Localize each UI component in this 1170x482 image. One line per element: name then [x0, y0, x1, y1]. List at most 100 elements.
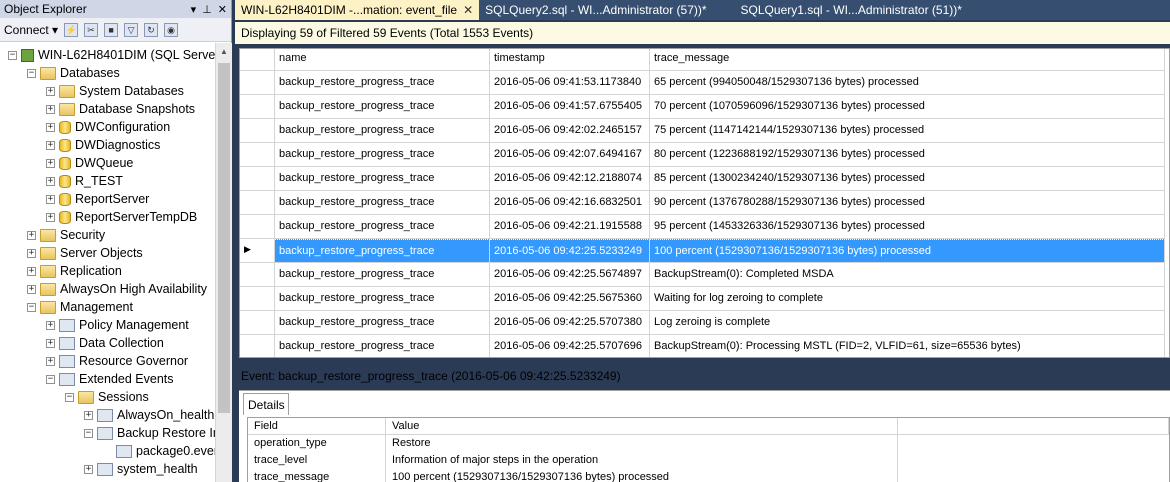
column-header[interactable]: timestamp: [490, 49, 650, 71]
tree-node[interactable]: package0.even: [103, 442, 215, 460]
details-column-header[interactable]: Value: [386, 418, 898, 435]
details-row[interactable]: operation_type Restore: [248, 435, 1169, 452]
resource-governor-icon: [59, 354, 75, 368]
connect-button[interactable]: Connect ▾: [4, 23, 58, 37]
collapse-icon[interactable]: −: [27, 68, 36, 78]
expand-icon[interactable]: +: [27, 284, 36, 294]
tree-node[interactable]: − WIN-L62H8401DIM (SQL Server: [8, 46, 215, 64]
row-selector[interactable]: [240, 119, 275, 143]
scrollbar-thumb[interactable]: [218, 63, 230, 413]
pin-icon[interactable]: ⊥: [202, 3, 212, 16]
tree-node[interactable]: + ReportServer: [46, 190, 149, 208]
row-selector[interactable]: [240, 95, 275, 119]
row-selector[interactable]: [240, 71, 275, 95]
filter-icon[interactable]: ▽: [124, 22, 139, 37]
expand-icon[interactable]: +: [46, 86, 55, 96]
expand-icon[interactable]: +: [27, 266, 36, 276]
dropdown-icon[interactable]: ▾: [191, 3, 197, 16]
row-selector[interactable]: [240, 287, 275, 311]
close-icon[interactable]: ✕: [218, 3, 227, 16]
document-tab[interactable]: SQLQuery1.sql - WI...Administrator (51))…: [735, 0, 968, 20]
tree-node[interactable]: + DWQueue: [46, 154, 133, 172]
expand-icon[interactable]: +: [46, 140, 55, 150]
tree-node[interactable]: + Policy Management: [46, 316, 189, 334]
row-selector[interactable]: [240, 143, 275, 167]
tree-node[interactable]: + Resource Governor: [46, 352, 188, 370]
collapse-icon[interactable]: −: [65, 392, 74, 402]
expand-icon[interactable]: +: [46, 338, 55, 348]
table-row[interactable]: backup_restore_progress_trace 2016-05-06 …: [240, 119, 1165, 143]
expand-icon[interactable]: +: [46, 122, 55, 132]
row-selector[interactable]: [240, 167, 275, 191]
collapse-icon[interactable]: −: [8, 50, 17, 60]
details-column-header[interactable]: Field: [248, 418, 386, 435]
tree-node[interactable]: + DWConfiguration: [46, 118, 170, 136]
scroll-up-icon[interactable]: ▲: [220, 47, 228, 56]
tree-node[interactable]: − Extended Events: [46, 370, 174, 388]
tree-node[interactable]: − Backup Restore In: [84, 424, 215, 442]
expand-icon[interactable]: +: [84, 464, 93, 474]
expand-icon[interactable]: +: [84, 410, 93, 420]
document-tab[interactable]: WIN-L62H8401DIM -...mation: event_file ✕: [235, 0, 480, 20]
tree-node[interactable]: + system_health: [84, 460, 198, 478]
tree-node[interactable]: + Database Snapshots: [46, 100, 195, 118]
tree-node[interactable]: − Management: [27, 298, 133, 316]
tree-node[interactable]: + ReportServerTempDB: [46, 208, 197, 226]
table-row[interactable]: backup_restore_progress_trace 2016-05-06 …: [240, 71, 1165, 95]
tree-node[interactable]: + R_TEST: [46, 172, 123, 190]
tab-details[interactable]: Details: [243, 393, 289, 415]
tree-node[interactable]: + DWDiagnostics: [46, 136, 160, 154]
stop-icon[interactable]: ■: [104, 22, 119, 37]
disconnect-icon[interactable]: ✂: [84, 22, 99, 37]
tree-node[interactable]: + AlwaysOn_health: [84, 406, 214, 424]
table-row[interactable]: backup_restore_progress_trace 2016-05-06 …: [240, 191, 1165, 215]
table-row[interactable]: backup_restore_progress_trace 2016-05-06 …: [240, 287, 1165, 311]
collapse-icon[interactable]: −: [27, 302, 36, 312]
tree-node[interactable]: + AlwaysOn High Availability: [27, 280, 207, 298]
tree-node[interactable]: + Replication: [27, 262, 122, 280]
row-selector[interactable]: [240, 335, 275, 357]
row-selector[interactable]: [240, 263, 275, 287]
table-row[interactable]: backup_restore_progress_trace 2016-05-06 …: [240, 143, 1165, 167]
table-row[interactable]: backup_restore_progress_trace 2016-05-06 …: [240, 167, 1165, 191]
refresh-icon[interactable]: ↻: [144, 22, 159, 37]
tree-node[interactable]: + Security: [27, 226, 105, 244]
object-explorer-scrollbar[interactable]: ▲: [215, 43, 232, 482]
details-row[interactable]: trace_level Information of major steps in…: [248, 452, 1169, 469]
collapse-icon[interactable]: −: [84, 428, 93, 438]
connect-icon[interactable]: ⚡: [64, 22, 79, 37]
current-row-indicator-icon[interactable]: ▶: [240, 239, 275, 263]
activity-monitor-icon[interactable]: ◉: [164, 22, 179, 37]
expand-icon[interactable]: +: [46, 356, 55, 366]
table-row[interactable]: backup_restore_progress_trace 2016-05-06 …: [240, 335, 1165, 357]
table-row[interactable]: ▶ backup_restore_progress_trace 2016-05-06…: [240, 239, 1165, 263]
close-tab-icon[interactable]: ✕: [463, 3, 473, 17]
tree-node[interactable]: + Data Collection: [46, 334, 164, 352]
table-cell: backup_restore_progress_trace: [275, 119, 490, 143]
row-selector[interactable]: [240, 311, 275, 335]
details-row[interactable]: trace_message 100 percent (1529307136/152…: [248, 469, 1169, 482]
expand-icon[interactable]: +: [27, 248, 36, 258]
tree-node[interactable]: + Server Objects: [27, 244, 143, 262]
column-header[interactable]: name: [275, 49, 490, 71]
expand-icon[interactable]: +: [46, 320, 55, 330]
document-tab[interactable]: SQLQuery2.sql - WI...Administrator (57))…: [479, 0, 712, 20]
row-selector[interactable]: [240, 191, 275, 215]
tree-node[interactable]: + System Databases: [46, 82, 184, 100]
collapse-icon[interactable]: −: [46, 374, 55, 384]
tree-node[interactable]: − Databases: [27, 64, 120, 82]
events-grid[interactable]: name timestamp trace_message backup_restore…: [239, 48, 1170, 358]
table-row[interactable]: backup_restore_progress_trace 2016-05-06 …: [240, 95, 1165, 119]
expand-icon[interactable]: +: [46, 176, 55, 186]
expand-icon[interactable]: +: [46, 194, 55, 204]
table-row[interactable]: backup_restore_progress_trace 2016-05-06 …: [240, 263, 1165, 287]
expand-icon[interactable]: +: [46, 104, 55, 114]
expand-icon[interactable]: +: [27, 230, 36, 240]
table-row[interactable]: backup_restore_progress_trace 2016-05-06 …: [240, 215, 1165, 239]
expand-icon[interactable]: +: [46, 158, 55, 168]
column-header[interactable]: trace_message: [650, 49, 1165, 71]
expand-icon[interactable]: +: [46, 212, 55, 222]
tree-node[interactable]: − Sessions: [65, 388, 149, 406]
row-selector[interactable]: [240, 215, 275, 239]
table-row[interactable]: backup_restore_progress_trace 2016-05-06 …: [240, 311, 1165, 335]
